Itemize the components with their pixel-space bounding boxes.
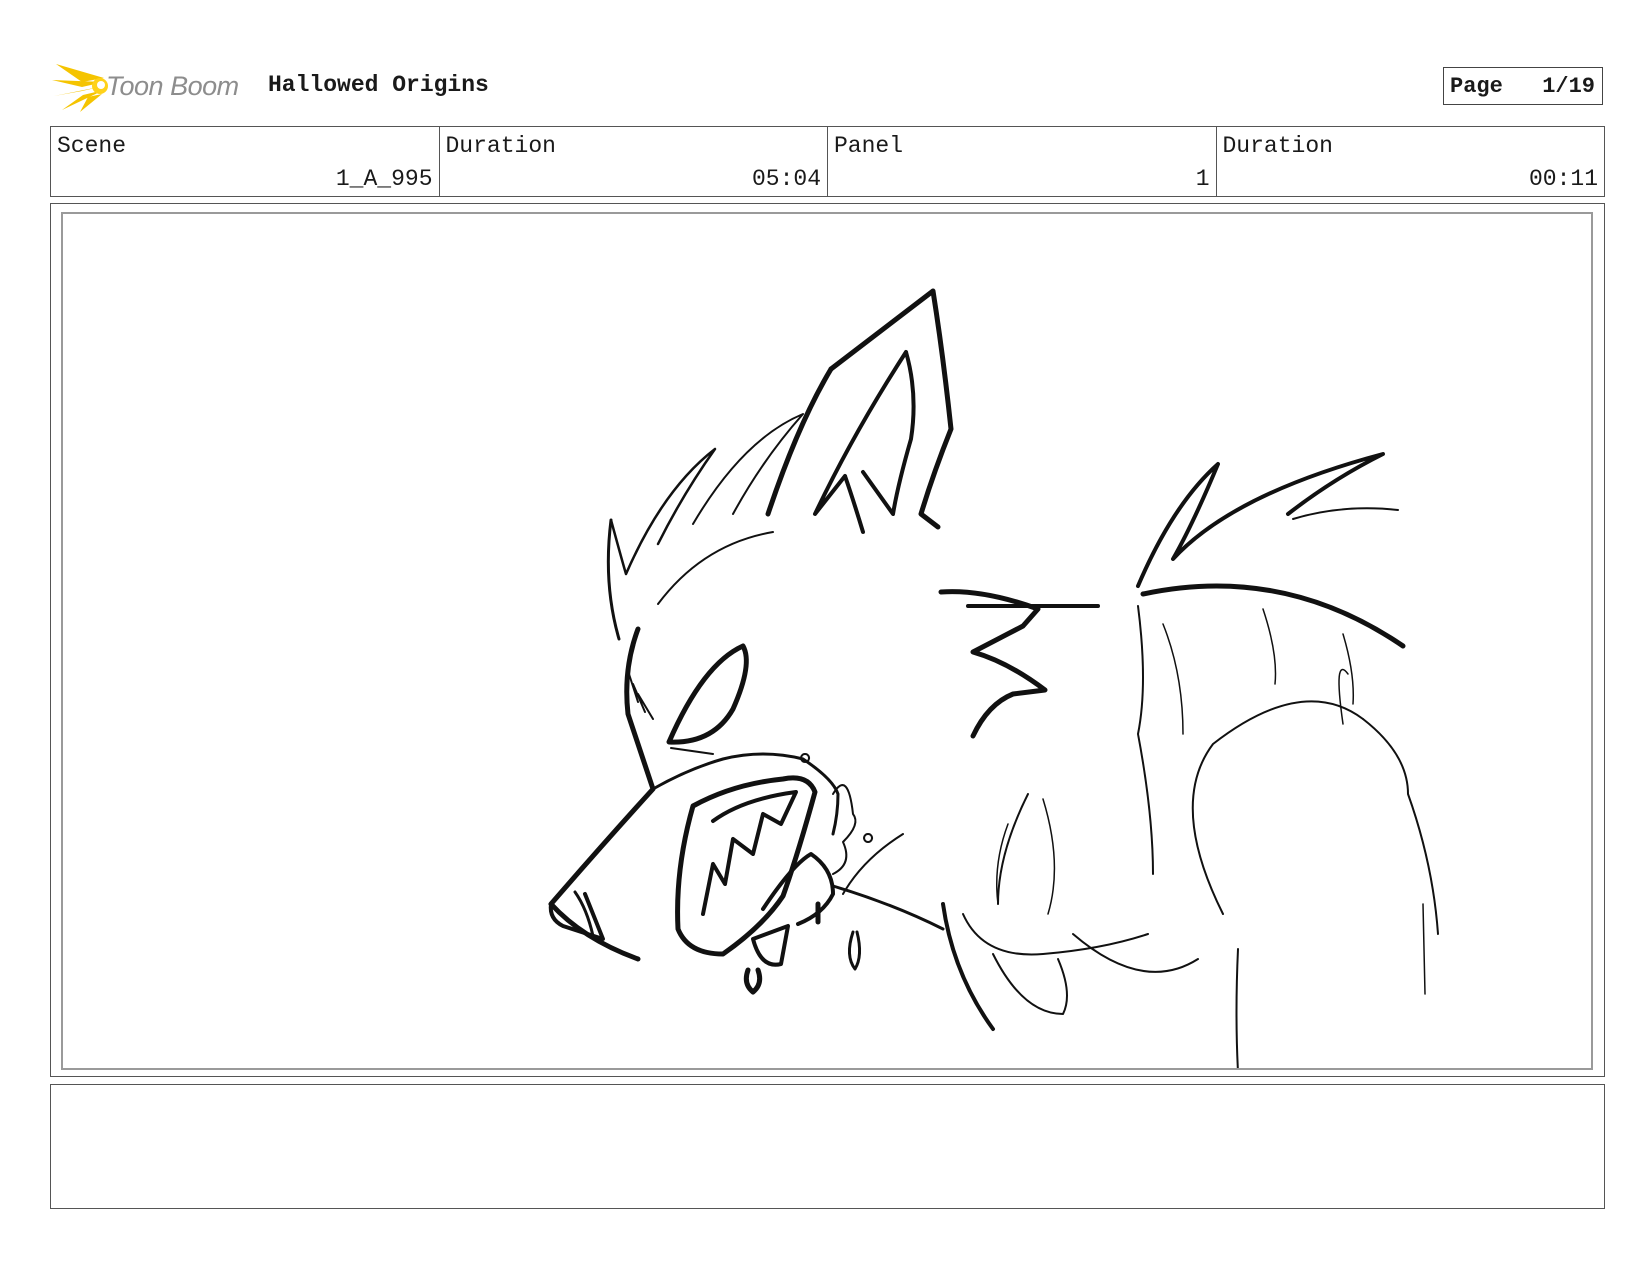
shoulder [1191,700,1364,915]
panel-duration-cell: Duration 00:11 [1217,127,1605,196]
body-fur-4 [1338,668,1349,725]
drool-drop-2 [863,833,874,843]
back-line [1140,583,1406,649]
ear-inner [813,350,916,534]
scene-info-row: Scene 1_A_995 Duration 05:04 Panel 1 Dur… [50,126,1605,197]
panel-notes [50,1084,1605,1209]
panel-label: Panel [834,133,904,159]
page-indicator: Page 1/19 [1443,67,1603,105]
drool-2 [848,930,862,971]
toon-boom-logo: Toon Boom [52,60,239,112]
panel-drawing-area [61,212,1593,1070]
scene-duration-value: 05:04 [751,166,821,192]
nose [548,892,605,941]
ear-front-edge [765,366,834,517]
leg-line [1235,948,1239,1068]
panel-duration-value: 00:11 [1528,166,1598,192]
head-tuft-2 [609,447,717,576]
saliva [832,784,857,875]
scene-duration-label: Duration [445,133,556,159]
toon-boom-burst-icon [52,64,108,112]
mane-zigzag [938,589,1048,739]
tooth-lower [751,924,790,967]
body-fur-3 [1342,633,1355,705]
scene-value: 1_A_995 [335,166,433,192]
body-edge [1137,605,1154,875]
face-outline [548,626,656,962]
torso-curve [1042,798,1056,915]
chest-fur [992,953,1068,1015]
leg-line-2 [1422,903,1426,995]
arm-shadow [997,793,1029,905]
shoulder-curve [1072,933,1199,973]
chest-curve [962,913,1149,956]
brand-name: Toon Boom [106,70,239,101]
werewolf-sketch [548,288,1439,1068]
eye [666,643,749,745]
leg-back [1362,718,1439,935]
panel-duration-label: Duration [1222,133,1333,159]
drool-1 [743,967,763,995]
brow-line [657,531,774,605]
back-spike [1136,452,1385,588]
panel-cell: Panel 1 [828,127,1217,196]
tongue [761,852,835,926]
body-fur-1 [1162,623,1184,735]
body-fur-2 [1262,608,1277,685]
cheek-line [842,833,904,895]
back-fur [1292,507,1399,520]
scene-label: Scene [57,133,127,159]
page-label: Page [1450,73,1503,99]
jaw-line [831,884,945,931]
scene-cell: Scene 1_A_995 [51,127,440,196]
mouth-upper [651,752,840,836]
project-title: Hallowed Origins [268,72,489,98]
scene-duration-cell: Duration 05:04 [440,127,828,196]
head-tuft-1 [606,518,621,641]
panel-value: 1 [1195,166,1210,192]
page-number: 1/19 [1542,73,1595,99]
storyboard-panel [50,203,1605,1077]
